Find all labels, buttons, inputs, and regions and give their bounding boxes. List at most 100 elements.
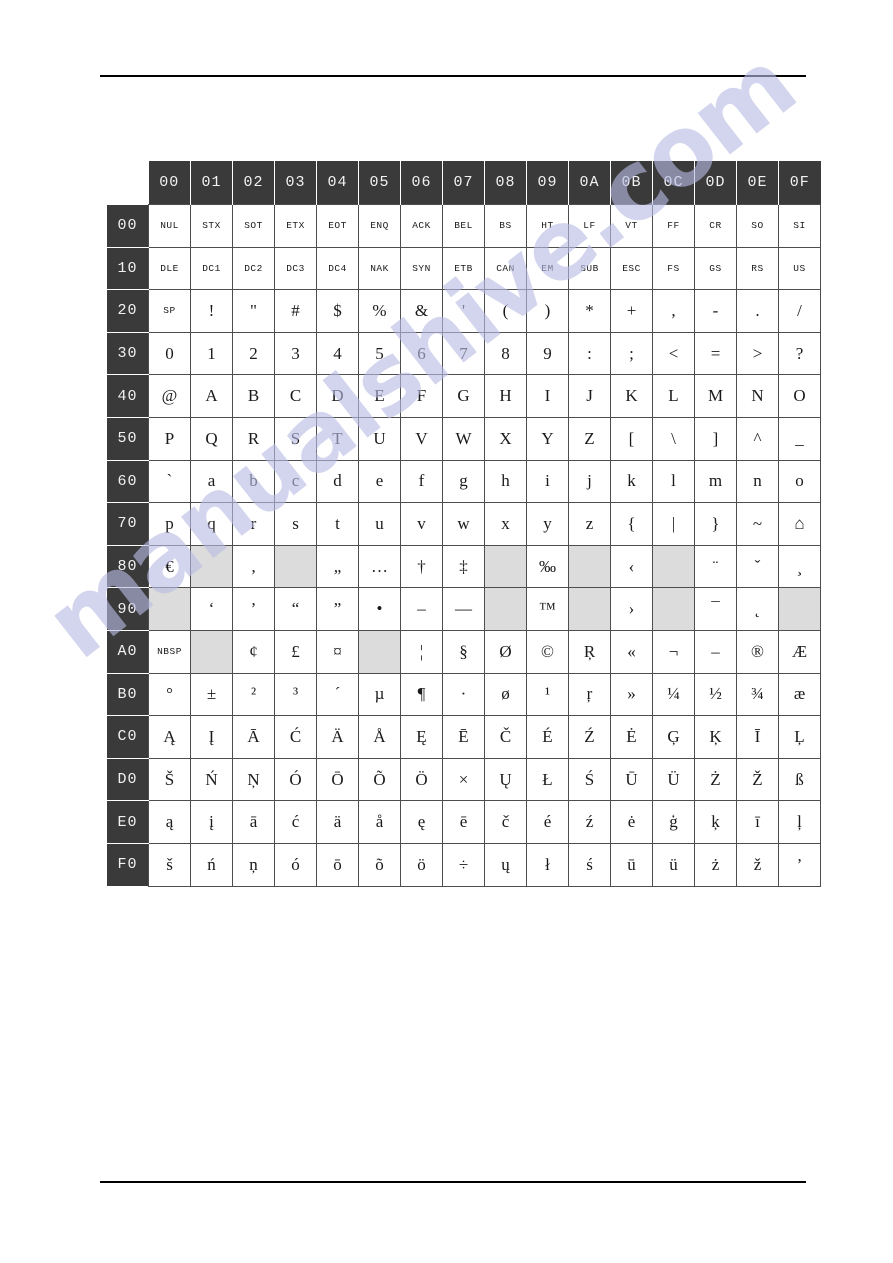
row-header-00: 00 bbox=[107, 204, 149, 248]
char-cell-B2: ² bbox=[232, 672, 275, 717]
table-row: 90 ‘’ “” • – — ™ › ¯ ˛ bbox=[107, 587, 821, 631]
row-header-60: 60 bbox=[107, 460, 149, 504]
char-cell-12: DC2 bbox=[232, 246, 275, 291]
char-cell-16: SYN bbox=[400, 246, 443, 291]
char-cell-9D: ¯ bbox=[694, 587, 737, 631]
char-cell-85: … bbox=[358, 544, 401, 589]
char-cell-17: ETB bbox=[442, 246, 485, 291]
column-header-05: 05 bbox=[358, 161, 401, 205]
row-header-B0: B0 bbox=[107, 673, 149, 717]
char-cell-F8: ų bbox=[484, 842, 527, 887]
table-row: 60 ` a b c d e f g h i j k l m n o bbox=[107, 459, 821, 504]
table-row: D0 Š Ń Ņ Ó Ō Õ Ö × Ų Ł Ś Ū Ü Ż Žß bbox=[107, 757, 821, 802]
char-cell-26: & bbox=[400, 289, 443, 333]
char-cell-6F: o bbox=[778, 459, 821, 504]
column-header-02: 02 bbox=[232, 161, 275, 205]
char-cell-F2: ņ bbox=[232, 842, 275, 887]
char-cell-1E: RS bbox=[736, 246, 779, 291]
char-cell-BA: ŗ bbox=[568, 672, 611, 717]
char-cell-57: W bbox=[442, 416, 485, 461]
char-cell-6C: l bbox=[652, 459, 695, 504]
char-cell-83 bbox=[274, 544, 317, 589]
char-cell-F5: õ bbox=[358, 842, 401, 887]
char-cell-35: 5 bbox=[358, 331, 401, 376]
char-cell-C3: Ć bbox=[274, 715, 317, 759]
table-row: C0 Ą Į Ā Ć Ä Å Ę Ē Č É Ź Ė Ģ Ķ Ī Ļ bbox=[107, 715, 821, 759]
char-cell-64: d bbox=[316, 459, 359, 504]
char-cell-C4: Ä bbox=[316, 715, 359, 759]
char-cell-28: ( bbox=[484, 289, 527, 333]
char-cell-7B: { bbox=[610, 502, 653, 546]
char-cell-A9: © bbox=[526, 629, 569, 674]
char-cell-BD: ½ bbox=[694, 672, 737, 717]
char-cell-FF: ’ bbox=[778, 842, 821, 887]
char-cell-CA: Ź bbox=[568, 715, 611, 759]
char-cell-55: U bbox=[358, 416, 401, 461]
char-cell-E9: é bbox=[526, 800, 569, 844]
char-cell-C5: Å bbox=[358, 715, 401, 759]
char-cell-E5: å bbox=[358, 800, 401, 844]
char-cell-4B: K bbox=[610, 374, 653, 418]
char-cell-9B: › bbox=[610, 587, 653, 631]
char-cell-9F bbox=[778, 587, 821, 631]
char-cell-60: ` bbox=[148, 459, 191, 504]
column-header-06: 06 bbox=[400, 161, 443, 205]
char-cell-0E: SO bbox=[736, 204, 779, 248]
char-cell-3F: ? bbox=[778, 331, 821, 376]
char-cell-2A: * bbox=[568, 289, 611, 333]
char-cell-C9: É bbox=[526, 715, 569, 759]
char-cell-DD: Ż bbox=[694, 757, 737, 802]
char-cell-49: I bbox=[526, 374, 569, 418]
char-cell-D8: Ų bbox=[484, 757, 527, 802]
column-header-0A: 0A bbox=[568, 161, 611, 205]
char-cell-42: B bbox=[232, 374, 275, 418]
row-header-C0: C0 bbox=[107, 715, 149, 759]
char-cell-59: Y bbox=[526, 416, 569, 461]
char-cell-9C bbox=[652, 587, 695, 631]
char-cell-77: w bbox=[442, 502, 485, 546]
char-cell-05: ENQ bbox=[358, 204, 401, 248]
char-cell-A2: ¢ bbox=[232, 629, 275, 674]
char-cell-2E: . bbox=[736, 289, 779, 333]
table-row: 50 P Q R S T U V W X Y Z[\] ^ _ bbox=[107, 416, 821, 461]
char-cell-84: „ bbox=[316, 544, 359, 589]
char-cell-B3: ³ bbox=[274, 672, 317, 717]
char-cell-7F: ⌂ bbox=[778, 502, 821, 546]
char-cell-EB: ė bbox=[610, 800, 653, 844]
char-cell-AF: Æ bbox=[778, 629, 821, 674]
char-cell-0A: LF bbox=[568, 204, 611, 248]
char-cell-71: q bbox=[190, 502, 233, 546]
char-cell-41: A bbox=[190, 374, 233, 418]
char-cell-4F: O bbox=[778, 374, 821, 418]
table-header: 00 01 02 03 04 05 06 07 08 09 0A 0B 0C 0D 0E 0F bbox=[107, 161, 821, 205]
char-cell-00: NUL bbox=[148, 204, 191, 248]
char-cell-24: $ bbox=[316, 289, 359, 333]
char-cell-DB: Ū bbox=[610, 757, 653, 802]
char-cell-E7: ē bbox=[442, 800, 485, 844]
footer-rule bbox=[100, 1181, 806, 1183]
char-cell-C6: Ę bbox=[400, 715, 443, 759]
char-cell-E8: č bbox=[484, 800, 527, 844]
char-cell-92: ’ bbox=[232, 587, 275, 631]
char-cell-18: CAN bbox=[484, 246, 527, 291]
char-cell-25: % bbox=[358, 289, 401, 333]
char-cell-32: 2 bbox=[232, 331, 275, 376]
char-cell-DE: Ž bbox=[736, 757, 779, 802]
char-cell-B0: ° bbox=[148, 672, 191, 717]
char-cell-88 bbox=[484, 544, 527, 589]
char-cell-F3: ó bbox=[274, 842, 317, 887]
char-cell-0D: CR bbox=[694, 204, 737, 248]
column-header-03: 03 bbox=[274, 161, 317, 205]
char-cell-40: @ bbox=[148, 374, 191, 418]
char-cell-8B: ‹ bbox=[610, 544, 653, 589]
char-cell-A1 bbox=[190, 629, 233, 674]
document-page: manualshive.com 00 01 02 03 04 05 06 07 08 09 0A 0B… bbox=[0, 0, 893, 1263]
table-row: B0 ° ± ² ³ ´ µ ¶ · ø ¹ ŗ» ¼ ½ ¾ æ bbox=[107, 672, 821, 717]
char-cell-5B: [ bbox=[610, 416, 653, 461]
char-cell-19: EM bbox=[526, 246, 569, 291]
row-header-70: 70 bbox=[107, 502, 149, 546]
char-cell-1A: SUB bbox=[568, 246, 611, 291]
char-cell-AD: ­– bbox=[694, 629, 737, 674]
char-cell-7E: ~ bbox=[736, 502, 779, 546]
char-cell-98 bbox=[484, 587, 527, 631]
